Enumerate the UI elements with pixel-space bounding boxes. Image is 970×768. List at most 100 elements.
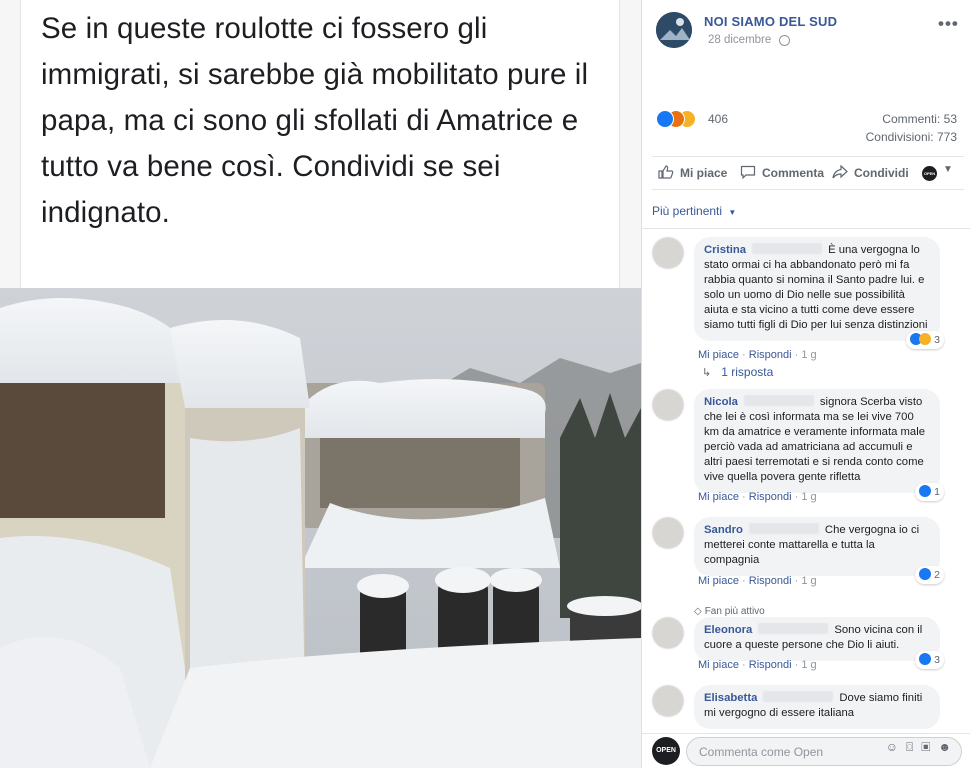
replies-count-label: 1 risposta — [721, 365, 774, 379]
redacted-surname — [758, 623, 829, 634]
comment-button[interactable]: Commenta — [740, 165, 824, 180]
post-header: NOI SIAMO DEL SUD 28 dicembre ••• — [642, 0, 970, 60]
comment-like-link[interactable]: Mi piace — [698, 349, 739, 361]
comment-composer: OPEN Commenta come Open ☺⌼▣☻ — [642, 733, 970, 768]
share-label: Condividi — [854, 166, 909, 180]
share-button[interactable]: Condividi — [832, 165, 909, 180]
like-reaction-icon — [919, 653, 932, 665]
reply-arrow-icon: ↳ — [702, 367, 712, 379]
comment-reaction-count: 2 — [934, 569, 940, 581]
redacted-surname — [763, 691, 834, 702]
comment-sort-dropdown[interactable]: Più pertinenti ▼ — [652, 204, 736, 218]
comment-bubble: Elisabetta Dove siamo finiti mi vergogno … — [694, 685, 940, 729]
thumbs-up-icon — [658, 165, 674, 179]
comments-count[interactable]: Commenti: 53 — [882, 112, 957, 126]
comment-actions: Mi piace · Rispondi · 1 g — [698, 575, 817, 587]
comment-reaction-count: 1 — [934, 486, 940, 498]
like-reaction-icon — [919, 485, 932, 497]
comment-bubble: Sandro Che vergogna io ci metterei conte … — [694, 517, 944, 584]
facebook-photo-viewer: Se in queste roulotte ci fossero gli imm… — [0, 0, 970, 768]
public-globe-icon — [779, 35, 790, 46]
comment-like-link[interactable]: Mi piace — [698, 575, 739, 587]
camera-icon[interactable]: ⌼ — [906, 740, 921, 754]
commenter-avatar[interactable] — [652, 685, 684, 717]
commenter-avatar[interactable] — [652, 617, 684, 649]
comment-icon — [740, 165, 756, 179]
sort-caret-icon: ▼ — [728, 208, 737, 217]
action-bar: Mi piace Commenta Condividi OPEN ▼ — [652, 156, 964, 190]
gif-icon[interactable]: ▣ — [921, 740, 938, 754]
comments-list: Cristina È una vergogna lo stato ormai ci… — [642, 228, 970, 733]
view-replies-link[interactable]: ↳ 1 risposta — [702, 365, 773, 379]
caret-down-icon[interactable]: ▼ — [943, 164, 953, 175]
comment-bubble: Nicola signora Scerba visto che lei è cos… — [694, 389, 944, 501]
commenter-name[interactable]: Eleonora — [704, 624, 752, 636]
comment-time[interactable]: 1 g — [801, 575, 816, 587]
post-media: Se in queste roulotte ci fossero gli imm… — [0, 0, 641, 768]
share-icon — [832, 165, 848, 179]
photo-illustration — [0, 288, 641, 768]
composer-icons: ☺⌼▣☻ — [886, 740, 959, 755]
comment-reaction-count: 3 — [934, 654, 940, 666]
top-fan-badge: ◇ Fan più attivo — [694, 606, 765, 617]
page-name-link[interactable]: NOI SIAMO DEL SUD — [704, 14, 837, 29]
reactions-summary: 406 Commenti: 53 Condivisioni: 773 — [642, 104, 970, 148]
comment-reply-link[interactable]: Rispondi — [749, 491, 792, 503]
shares-count[interactable]: Condivisioni: 773 — [866, 130, 957, 144]
comment-text: È una vergogna lo stato ormai ci ha abba… — [704, 244, 928, 331]
page-avatar[interactable] — [656, 12, 692, 48]
emoji-icon[interactable]: ☺ — [886, 740, 906, 754]
commenter-name[interactable]: Cristina — [704, 244, 746, 256]
comment-actions: Mi piace · Rispondi · 1 g — [698, 659, 817, 671]
comment-bubble: Cristina È una vergogna lo stato ormai ci… — [694, 237, 944, 349]
page-selector-avatar[interactable]: OPEN — [922, 166, 937, 181]
comment-reply-link[interactable]: Rispondi — [749, 575, 792, 587]
sort-label: Più pertinenti — [652, 204, 723, 218]
comment-like-link[interactable]: Mi piace — [698, 491, 739, 503]
diamond-icon: ◇ — [694, 606, 702, 617]
like-button[interactable]: Mi piace — [658, 165, 727, 180]
reactions-count[interactable]: 406 — [708, 112, 728, 126]
like-reaction-icon — [919, 568, 932, 580]
commenter-avatar[interactable] — [652, 517, 684, 549]
comment-actions: Mi piace · Rispondi · 1 g — [698, 491, 817, 503]
more-options-icon[interactable]: ••• — [938, 14, 959, 34]
haha-reaction-icon — [919, 333, 932, 345]
comment-actions: Mi piace · Rispondi · 1 g — [698, 349, 817, 361]
comment-input-placeholder: Commenta come Open — [699, 745, 824, 759]
comment-like-link[interactable]: Mi piace — [698, 659, 739, 671]
redacted-surname — [752, 243, 823, 254]
like-label: Mi piace — [680, 166, 728, 180]
comment-reply-link[interactable]: Rispondi — [749, 659, 792, 671]
comment-label: Commenta — [762, 166, 825, 180]
reaction-icons[interactable] — [656, 110, 710, 128]
redacted-surname — [748, 523, 819, 534]
comment-reply-link[interactable]: Rispondi — [749, 349, 792, 361]
comment-reaction-count: 3 — [934, 334, 940, 346]
quote-card: Se in queste roulotte ci fossero gli imm… — [20, 0, 620, 288]
avatar-image — [656, 12, 692, 48]
commenter-avatar[interactable] — [652, 389, 684, 421]
comment-reactions[interactable]: 3 — [906, 331, 944, 349]
post-sidebar: NOI SIAMO DEL SUD 28 dicembre ••• 406 Co… — [641, 0, 970, 768]
comment-time[interactable]: 1 g — [801, 349, 816, 361]
commenter-avatar[interactable] — [652, 237, 684, 269]
commenter-name[interactable]: Sandro — [704, 524, 743, 536]
quote-text: Se in queste roulotte ci fossero gli imm… — [41, 12, 589, 229]
comment-bubble: Eleonora Sono vicina con il cuore a quest… — [694, 617, 944, 669]
commenter-name[interactable]: Elisabetta — [704, 692, 757, 704]
comment-time[interactable]: 1 g — [801, 491, 816, 503]
comment-text: signora Scerba visto che lei è così info… — [704, 396, 926, 483]
sticker-icon[interactable]: ☻ — [938, 740, 959, 754]
like-reaction-icon — [656, 110, 674, 128]
snowy-caravans-photo — [0, 288, 641, 768]
comment-time[interactable]: 1 g — [801, 659, 816, 671]
post-date[interactable]: 28 dicembre — [708, 34, 771, 46]
badge-label: Fan più attivo — [704, 606, 765, 617]
comment-reactions[interactable]: 1 — [915, 483, 944, 501]
comment-reactions[interactable]: 3 — [915, 651, 944, 669]
comment-reactions[interactable]: 2 — [915, 566, 944, 584]
composer-avatar[interactable]: OPEN — [652, 737, 680, 765]
redacted-surname — [743, 395, 814, 406]
commenter-name[interactable]: Nicola — [704, 396, 738, 408]
